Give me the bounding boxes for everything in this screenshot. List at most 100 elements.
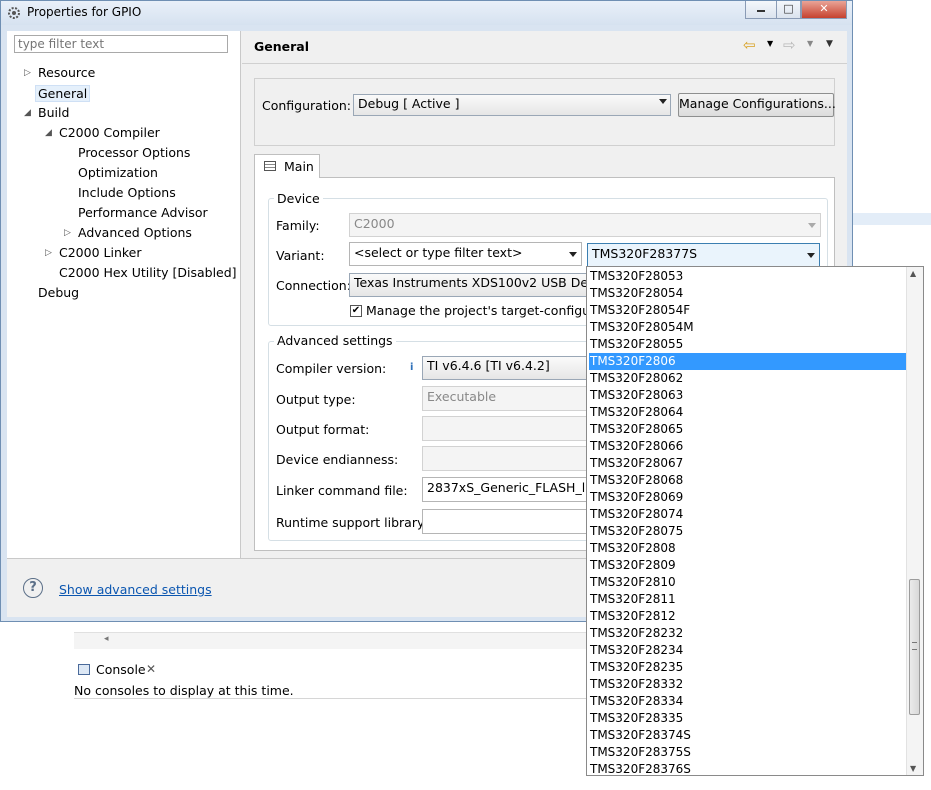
chevron-down-icon: [659, 99, 667, 104]
dropdown-option[interactable]: TMS320F28232: [589, 625, 908, 642]
manage-target-checkbox[interactable]: ✔: [350, 305, 362, 317]
linker-command-file-field[interactable]: 2837xS_Generic_FLASH_lnk.c: [422, 477, 589, 502]
variant-dropdown-list[interactable]: TMS320F28053 TMS320F28054 TMS320F28054F TMS…: [586, 266, 924, 776]
dropdown-option[interactable]: TMS320F28235: [589, 659, 908, 676]
tree-item[interactable]: Debug: [38, 285, 79, 300]
console-tab-label: Console: [96, 662, 146, 677]
runtime-library-label: Runtime support library:: [276, 515, 428, 530]
help-icon[interactable]: ?: [23, 578, 43, 598]
dropdown-option[interactable]: TMS320F28334: [589, 693, 908, 710]
tree-item[interactable]: Build: [38, 105, 69, 120]
dropdown-option[interactable]: TMS320F28335: [589, 710, 908, 727]
dropdown-option[interactable]: TMS320F2809: [589, 557, 908, 574]
chevron-down-icon: [808, 223, 816, 228]
scrollbar-thumb[interactable]: [909, 578, 920, 715]
connection-value: Texas Instruments XDS100v2 USB Debug: [354, 275, 589, 290]
runtime-library-field[interactable]: [422, 509, 589, 534]
output-format-field: [422, 416, 589, 441]
variant-filter-text: <select or type filter text>: [354, 245, 523, 260]
close-icon[interactable]: ✕: [146, 662, 156, 676]
expand-arrow-icon[interactable]: ▷: [64, 228, 71, 238]
tree-item[interactable]: Advanced Options: [78, 225, 192, 240]
scroll-left-icon[interactable]: ◂: [104, 634, 109, 644]
dropdown-option[interactable]: TMS320F28332: [589, 676, 908, 693]
variant-select[interactable]: TMS320F28377S: [587, 243, 820, 267]
tree-item[interactable]: C2000 Hex Utility [Disabled]: [59, 265, 237, 280]
output-format-label: Output format:: [276, 422, 370, 437]
dropdown-option[interactable]: TMS320F28053: [589, 268, 908, 285]
dropdown-option[interactable]: TMS320F28062: [589, 370, 908, 387]
minimize-button[interactable]: [745, 1, 777, 19]
dropdown-option[interactable]: TMS320F28375S: [589, 744, 908, 761]
dropdown-scrollbar[interactable]: ▲ ▼: [906, 267, 923, 775]
tree-item[interactable]: Resource: [38, 65, 95, 80]
dropdown-option[interactable]: TMS320F28376S: [589, 761, 908, 775]
console-icon: [78, 664, 90, 675]
linker-command-file-label: Linker command file:: [276, 483, 408, 498]
dropdown-option[interactable]: TMS320F28054F: [589, 302, 908, 319]
filter-input[interactable]: [14, 35, 228, 53]
dropdown-option[interactable]: TMS320F28234: [589, 642, 908, 659]
manage-target-label: Manage the project's target-configura: [366, 303, 603, 318]
configuration-select[interactable]: Debug [ Active ]: [353, 94, 671, 116]
info-icon: i: [410, 362, 414, 373]
manage-configurations-button[interactable]: Manage Configurations...: [678, 93, 836, 117]
title-bar[interactable]: Properties for GPIO □ ✕: [1, 1, 852, 25]
tree-item[interactable]: General: [35, 85, 91, 102]
tree-item[interactable]: Include Options: [78, 185, 176, 200]
dropdown-option[interactable]: TMS320F28054: [589, 285, 908, 302]
tab-main-label: Main: [284, 159, 314, 174]
chevron-down-icon[interactable]: ▼: [807, 39, 813, 48]
dropdown-option[interactable]: TMS320F28065: [589, 421, 908, 438]
dropdown-option[interactable]: TMS320F28067: [589, 455, 908, 472]
category-tree-pane: ▷ Resource General ◢ Build ◢ C2000 Compiler Pro…: [7, 31, 241, 558]
expand-arrow-icon[interactable]: ▷: [45, 248, 52, 258]
chevron-down-icon[interactable]: ▼: [767, 39, 773, 48]
family-select: C2000: [349, 213, 821, 237]
dropdown-option[interactable]: TMS320F28063: [589, 387, 908, 404]
dropdown-option[interactable]: TMS320F28074: [589, 506, 908, 523]
dropdown-option[interactable]: TMS320F2812: [589, 608, 908, 625]
scroll-down-icon[interactable]: ▼: [910, 764, 916, 773]
grip-icon: [912, 641, 917, 650]
dropdown-option[interactable]: TMS320F28075: [589, 523, 908, 540]
tab-main[interactable]: Main: [254, 154, 320, 178]
tree-item[interactable]: C2000 Compiler: [59, 125, 160, 140]
show-advanced-settings-link[interactable]: Show advanced settings: [59, 582, 212, 597]
connection-select[interactable]: Texas Instruments XDS100v2 USB Debug: [349, 273, 589, 297]
dropdown-option[interactable]: TMS320F28054M: [589, 319, 908, 336]
dropdown-option[interactable]: TMS320F2806: [589, 353, 908, 370]
tree-item[interactable]: Processor Options: [78, 145, 190, 160]
tree-item[interactable]: C2000 Linker: [59, 245, 142, 260]
window-title: Properties for GPIO: [27, 5, 142, 19]
dropdown-option[interactable]: TMS320F28064: [589, 404, 908, 421]
dropdown-option[interactable]: TMS320F2811: [589, 591, 908, 608]
tree-item[interactable]: Optimization: [78, 165, 158, 180]
editor-hscroll[interactable]: ◂: [74, 632, 586, 649]
compiler-version-select[interactable]: TI v6.4.6 [TI v6.4.2]: [422, 356, 589, 380]
chevron-down-icon: [569, 252, 577, 257]
dropdown-option[interactable]: TMS320F28055: [589, 336, 908, 353]
collapse-arrow-icon[interactable]: ◢: [45, 128, 52, 138]
output-type-value: Executable: [427, 389, 497, 404]
dropdown-option[interactable]: TMS320F28374S: [589, 727, 908, 744]
forward-arrow-icon[interactable]: ⇨: [783, 36, 796, 54]
variant-filter-combo[interactable]: <select or type filter text>: [349, 242, 582, 266]
expand-arrow-icon[interactable]: ▷: [24, 68, 31, 78]
dropdown-option[interactable]: TMS320F2810: [589, 574, 908, 591]
maximize-button[interactable]: □: [776, 1, 801, 19]
device-group-label: Device: [274, 191, 323, 206]
dropdown-option[interactable]: TMS320F28068: [589, 472, 908, 489]
device-endianness-field: [422, 446, 589, 471]
scroll-up-icon[interactable]: ▲: [910, 269, 916, 278]
output-type-field: Executable: [422, 386, 589, 411]
gear-icon: [8, 7, 20, 19]
dropdown-option[interactable]: TMS320F2808: [589, 540, 908, 557]
dropdown-option[interactable]: TMS320F28069: [589, 489, 908, 506]
collapse-arrow-icon[interactable]: ◢: [24, 108, 31, 118]
tree-item[interactable]: Performance Advisor: [78, 205, 208, 220]
dropdown-option[interactable]: TMS320F28066: [589, 438, 908, 455]
view-menu-icon[interactable]: ▼: [826, 39, 833, 49]
back-arrow-icon[interactable]: ⇦: [743, 36, 756, 54]
close-button[interactable]: ✕: [801, 1, 847, 19]
